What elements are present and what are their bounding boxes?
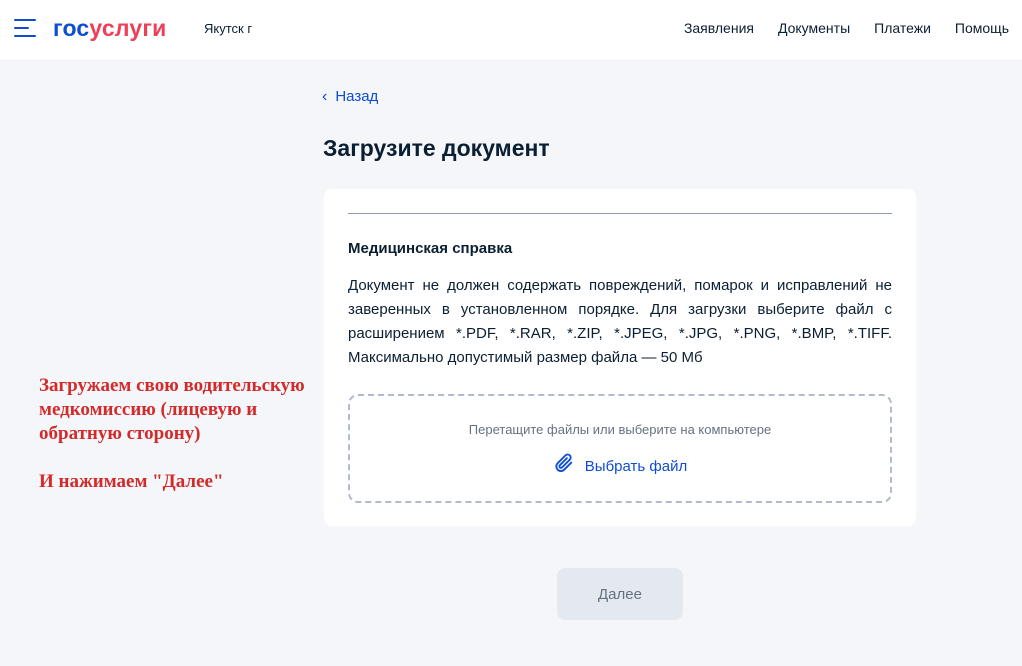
annotation-line-2: И нажимаем "Далее": [39, 471, 224, 492]
logo-part-gos: гос: [53, 15, 90, 41]
city-selector[interactable]: Якутск г: [204, 20, 252, 38]
logo-part-uslugi: услуги: [89, 15, 167, 41]
next-button[interactable]: Далее: [557, 568, 683, 620]
gosuslugi-logo[interactable]: госуслуги: [53, 13, 166, 43]
upload-card: Медицинская справка Документ не должен с…: [324, 189, 916, 526]
file-dropzone[interactable]: Перетащите файлы или выберите на компьют…: [348, 394, 892, 503]
back-link[interactable]: ‹ Назад: [322, 88, 378, 106]
page-title: Загрузите документ: [323, 135, 550, 161]
choose-file-button[interactable]: Выбрать файл: [350, 452, 890, 481]
nav-payments[interactable]: Платежи: [874, 19, 931, 37]
nav-applications[interactable]: Заявления: [684, 19, 754, 37]
choose-file-label: Выбрать файл: [584, 457, 688, 475]
annotation-line-1: Загружаем свою водительскую медкомиссию …: [39, 375, 305, 444]
document-description: Документ не должен содержать повреждений…: [348, 277, 892, 366]
instruction-annotation: Загружаем свою водительскую медкомиссию …: [39, 374, 329, 494]
nav-documents[interactable]: Документы: [778, 19, 850, 37]
card-divider: [348, 213, 892, 214]
menu-icon[interactable]: [14, 19, 36, 37]
nav-help[interactable]: Помощь: [955, 19, 1009, 37]
document-title: Медицинская справка: [348, 240, 513, 257]
back-label: Назад: [335, 88, 379, 105]
paperclip-icon: [553, 452, 575, 481]
chevron-left-icon: ‹: [322, 88, 328, 105]
top-header: госуслуги Якутск г Заявления Документы П…: [0, 0, 1022, 61]
dropzone-hint: Перетащите файлы или выберите на компьют…: [468, 422, 772, 437]
main-nav: Заявления Документы Платежи Помощь: [684, 19, 1009, 37]
